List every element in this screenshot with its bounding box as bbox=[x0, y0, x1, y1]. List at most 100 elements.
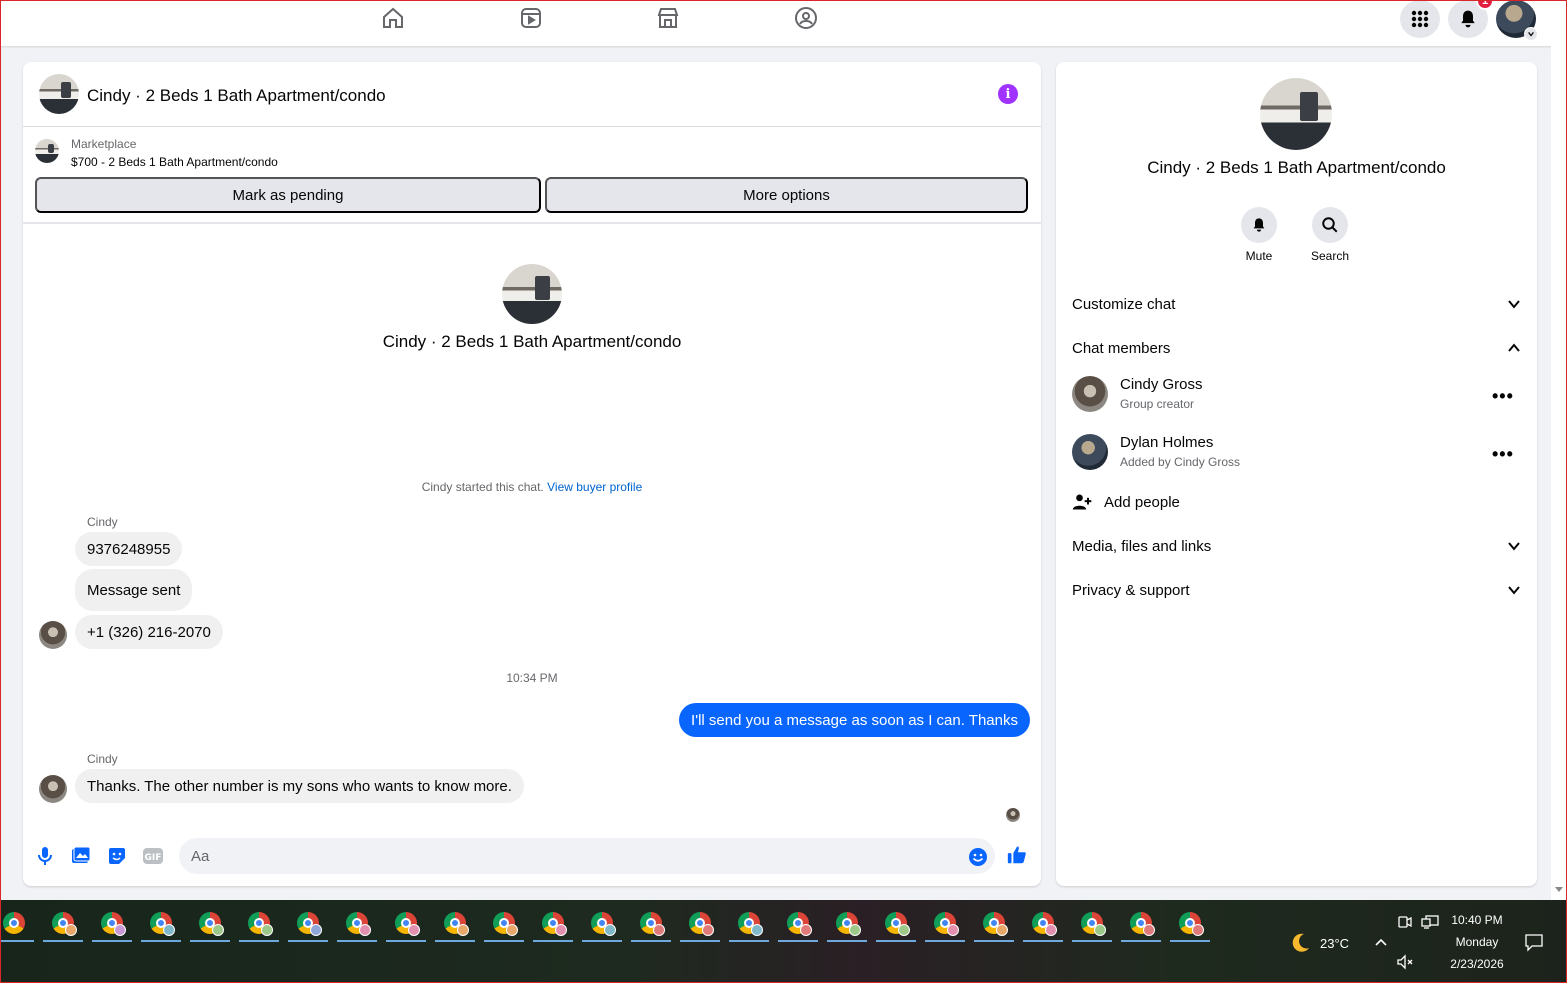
chevron-up-icon[interactable] bbox=[1374, 937, 1388, 947]
more-options-icon[interactable]: ••• bbox=[1492, 386, 1514, 407]
taskbar-chrome-app[interactable] bbox=[484, 910, 524, 942]
like-icon[interactable] bbox=[1006, 844, 1028, 866]
taskbar-chrome-app[interactable] bbox=[92, 910, 132, 942]
sticker-icon[interactable] bbox=[106, 845, 128, 867]
marketplace-icon[interactable] bbox=[655, 5, 681, 31]
taskbar-chrome-app[interactable] bbox=[288, 910, 328, 942]
meet-now-icon[interactable] bbox=[1397, 914, 1413, 930]
listing-summary[interactable]: $700 - 2 Beds 1 Bath Apartment/condo bbox=[71, 155, 278, 169]
action-center-icon[interactable] bbox=[1524, 932, 1544, 952]
customize-chat-section[interactable]: Customize chat bbox=[1072, 292, 1521, 316]
weather-temperature[interactable]: 23°C bbox=[1320, 936, 1349, 951]
profile-badge bbox=[359, 924, 371, 936]
cindy-avatar[interactable] bbox=[39, 621, 67, 649]
photo-icon[interactable] bbox=[70, 845, 92, 867]
taskbar-chrome-app[interactable] bbox=[729, 910, 769, 942]
emoji-icon[interactable] bbox=[967, 846, 989, 868]
chat-members-section[interactable]: Chat members bbox=[1072, 336, 1521, 360]
message-bubble[interactable]: 9376248955 bbox=[75, 532, 183, 566]
profile-badge bbox=[604, 924, 616, 936]
profile-badge bbox=[898, 924, 910, 936]
chrome-icon bbox=[3, 912, 25, 934]
chat-header: Cindy · 2 Beds 1 Bath Apartment/condo i bbox=[23, 62, 1041, 127]
taskbar-chrome-app[interactable] bbox=[141, 910, 181, 942]
video-icon[interactable] bbox=[518, 5, 544, 31]
message-input[interactable] bbox=[179, 838, 995, 874]
taskbar-chrome-app[interactable] bbox=[533, 910, 573, 942]
taskbar-chrome-app[interactable] bbox=[974, 910, 1014, 942]
media-files-links-section[interactable]: Media, files and links bbox=[1072, 534, 1521, 558]
message-bubble[interactable]: Message sent bbox=[75, 569, 193, 611]
taskbar-chrome-app[interactable] bbox=[1170, 910, 1210, 942]
taskbar-chrome-app[interactable] bbox=[778, 910, 818, 942]
taskbar-chrome-app[interactable] bbox=[190, 910, 230, 942]
member-row[interactable]: Dylan Holmes Added by Cindy Gross ••• bbox=[1072, 434, 1521, 478]
add-people-button[interactable]: Add people bbox=[1072, 490, 1521, 514]
microphone-icon[interactable] bbox=[34, 845, 56, 867]
taskbar-chrome-app[interactable] bbox=[1072, 910, 1112, 942]
taskbar-chrome-app[interactable] bbox=[1121, 910, 1161, 942]
chat-panel: Cindy · 2 Beds 1 Bath Apartment/condo i … bbox=[23, 62, 1041, 886]
add-person-icon bbox=[1072, 494, 1092, 510]
bell-icon bbox=[1241, 207, 1277, 243]
message-bubble[interactable]: +1 (326) 216-2070 bbox=[75, 615, 223, 649]
notifications-button[interactable]: 1 bbox=[1448, 0, 1494, 38]
taskbar-chrome-app[interactable] bbox=[435, 910, 475, 942]
profile-badge bbox=[1143, 924, 1155, 936]
privacy-support-section[interactable]: Privacy & support bbox=[1072, 578, 1521, 602]
profile-badge bbox=[555, 924, 567, 936]
taskbar-chrome-app[interactable] bbox=[239, 910, 279, 942]
taskbar-chrome-app[interactable] bbox=[0, 910, 34, 942]
profile-badge bbox=[506, 924, 518, 936]
cindy-avatar[interactable] bbox=[39, 775, 67, 803]
chat-info-avatar[interactable] bbox=[1260, 78, 1332, 150]
clock-time[interactable]: 10:40 PM bbox=[1440, 913, 1514, 927]
page-scrollbar[interactable] bbox=[1551, 0, 1567, 900]
taskbar-chrome-app[interactable] bbox=[631, 910, 671, 942]
menu-grid-button[interactable] bbox=[1400, 0, 1440, 38]
mute-button[interactable]: Mute bbox=[1229, 207, 1289, 263]
search-icon bbox=[1312, 207, 1348, 243]
more-options-button[interactable]: More options bbox=[545, 177, 1028, 213]
home-icon[interactable] bbox=[380, 5, 406, 31]
taskbar-chrome-app[interactable] bbox=[386, 910, 426, 942]
member-row[interactable]: Cindy Gross Group creator ••• bbox=[1072, 376, 1521, 420]
chat-members-label: Chat members bbox=[1072, 339, 1171, 357]
more-options-icon[interactable]: ••• bbox=[1492, 444, 1514, 465]
system-message: Cindy started this chat. View buyer prof… bbox=[23, 480, 1041, 494]
chat-info-panel: Cindy · 2 Beds 1 Bath Apartment/condo Mu… bbox=[1056, 62, 1537, 886]
chat-title[interactable]: Cindy · 2 Beds 1 Bath Apartment/condo bbox=[87, 86, 386, 106]
network-icon[interactable] bbox=[1421, 914, 1439, 930]
volume-muted-icon[interactable] bbox=[1396, 954, 1414, 970]
chevron-down-icon bbox=[1524, 27, 1538, 41]
profile-badge bbox=[1192, 924, 1204, 936]
taskbar-chrome-app[interactable] bbox=[337, 910, 377, 942]
chevron-down-icon bbox=[1508, 300, 1520, 309]
mark-as-pending-button[interactable]: Mark as pending bbox=[35, 177, 541, 213]
member-role: Group creator bbox=[1120, 397, 1195, 411]
taskbar-chrome-app[interactable] bbox=[876, 910, 916, 942]
profile-avatar[interactable] bbox=[1496, 0, 1538, 41]
clock-date[interactable]: 2/23/2026 bbox=[1440, 957, 1514, 971]
moon-icon[interactable] bbox=[1288, 931, 1312, 955]
taskbar-chrome-app[interactable] bbox=[680, 910, 720, 942]
groups-icon[interactable] bbox=[793, 5, 819, 31]
taskbar-chrome-app[interactable] bbox=[43, 910, 83, 942]
profile-badge bbox=[849, 924, 861, 936]
taskbar-chrome-app[interactable] bbox=[925, 910, 965, 942]
outgoing-message-bubble[interactable]: I'll send you a message as soon as I can… bbox=[679, 703, 1030, 737]
listing-thumbnail[interactable] bbox=[35, 139, 59, 163]
taskbar-chrome-app[interactable] bbox=[1023, 910, 1063, 942]
member-name: Dylan Holmes bbox=[1120, 434, 1214, 451]
view-buyer-profile-link[interactable]: View buyer profile bbox=[547, 480, 642, 494]
gif-icon[interactable]: GIF bbox=[142, 845, 164, 867]
chat-avatar[interactable] bbox=[39, 74, 79, 114]
profile-badge bbox=[800, 924, 812, 936]
clock-day[interactable]: Monday bbox=[1440, 935, 1514, 949]
search-button[interactable]: Search bbox=[1300, 207, 1360, 263]
taskbar-chrome-app[interactable] bbox=[827, 910, 867, 942]
info-icon[interactable]: i bbox=[998, 84, 1018, 104]
profile-badge bbox=[408, 924, 420, 936]
taskbar-chrome-app[interactable] bbox=[582, 910, 622, 942]
message-bubble[interactable]: Thanks. The other number is my sons who … bbox=[75, 769, 524, 803]
